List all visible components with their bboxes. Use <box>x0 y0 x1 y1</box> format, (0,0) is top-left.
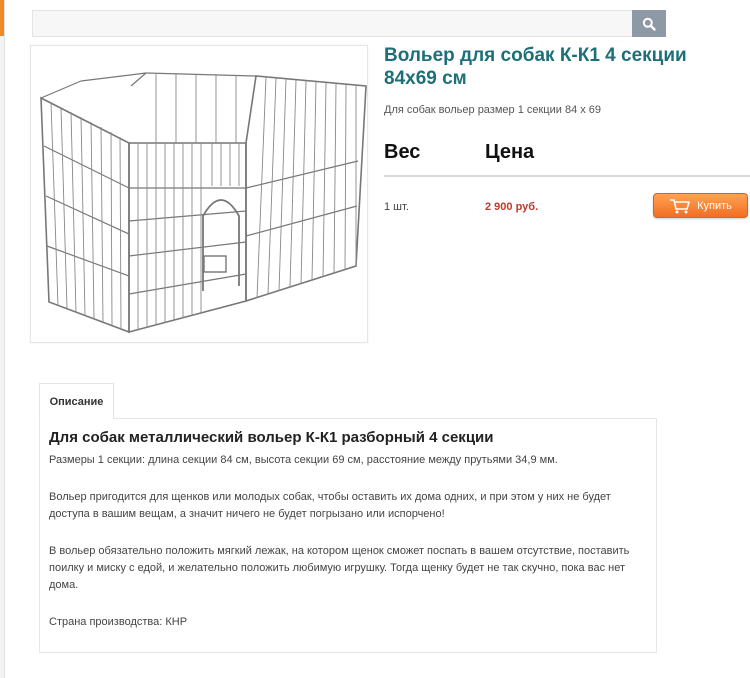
price-value: 2 900 руб. <box>485 201 539 213</box>
left-edge-accent <box>0 0 4 36</box>
dog-pen-illustration <box>40 72 367 334</box>
search-bar <box>32 10 666 37</box>
product-image[interactable] <box>30 45 368 343</box>
description-heading: Для собак металлический вольер К-К1 разб… <box>49 429 494 446</box>
quantity-value: 1 шт. <box>384 201 409 213</box>
tab-description[interactable]: Описание <box>39 383 114 419</box>
search-input[interactable] <box>32 10 632 37</box>
product-title: Вольер для собак К-К1 4 секции 84х69 см <box>384 45 687 89</box>
cart-icon <box>670 198 690 213</box>
description-panel: Для собак металлический вольер К-К1 разб… <box>39 418 657 653</box>
search-button[interactable] <box>632 10 666 37</box>
buy-button[interactable]: Купить <box>653 193 748 218</box>
search-icon <box>642 17 656 31</box>
description-paragraph: В вольер обязательно положить мягкий леж… <box>49 545 630 591</box>
description-paragraph: Вольер пригодится для щенков или молодых… <box>49 491 611 520</box>
description-paragraph: Размеры 1 секции: длина секции 84 см, вы… <box>49 454 558 466</box>
buy-button-label: Купить <box>697 199 732 212</box>
page-left-edge <box>0 0 5 678</box>
country-of-origin: Страна производства: КНР <box>49 616 188 628</box>
product-subtitle: Для собак вольер размер 1 секции 84 х 69 <box>384 104 602 116</box>
price-column-header: Цена <box>485 141 535 163</box>
weight-column-header: Вес <box>384 141 421 163</box>
header-divider <box>384 175 750 177</box>
